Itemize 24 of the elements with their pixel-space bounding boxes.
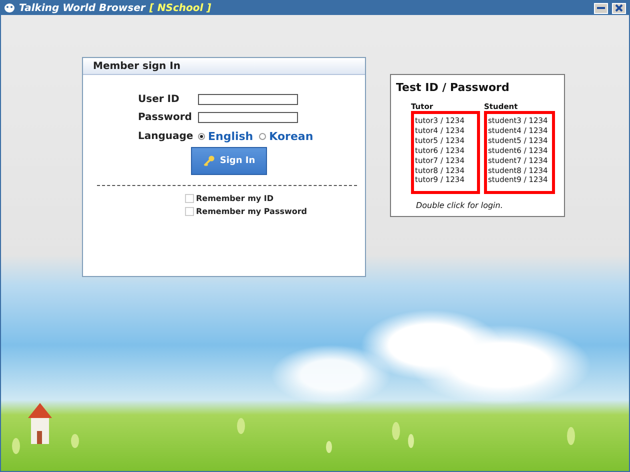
password-field[interactable] <box>198 112 298 123</box>
checkbox-label: Remember my ID <box>196 194 274 203</box>
field-label: Language <box>138 131 194 142</box>
radio-label: Korean <box>269 130 314 143</box>
minimize-button[interactable] <box>594 2 608 14</box>
user-id-field[interactable] <box>198 94 298 105</box>
window-subtitle: [ NSchool ] <box>149 2 212 14</box>
radio-button[interactable] <box>259 133 266 140</box>
panel-title: Test ID / Password <box>396 81 510 94</box>
radio-button[interactable] <box>198 133 205 140</box>
panel-title: Member sign In <box>83 58 365 75</box>
sign-in-button[interactable]: Sign In <box>191 147 267 175</box>
field-label: User ID <box>138 94 180 105</box>
checkbox-label: Remember my Password <box>196 207 308 216</box>
checkbox[interactable] <box>185 207 194 216</box>
window-title: Talking World Browser <box>19 2 146 14</box>
checkbox[interactable] <box>185 194 194 203</box>
radio-label: English <box>208 130 254 143</box>
minimize-icon <box>597 5 605 11</box>
close-icon <box>615 4 623 12</box>
field-label: Password <box>138 112 193 123</box>
hint-text: Double click for login. <box>416 201 504 210</box>
key-icon <box>202 155 215 167</box>
close-button[interactable] <box>612 2 626 14</box>
